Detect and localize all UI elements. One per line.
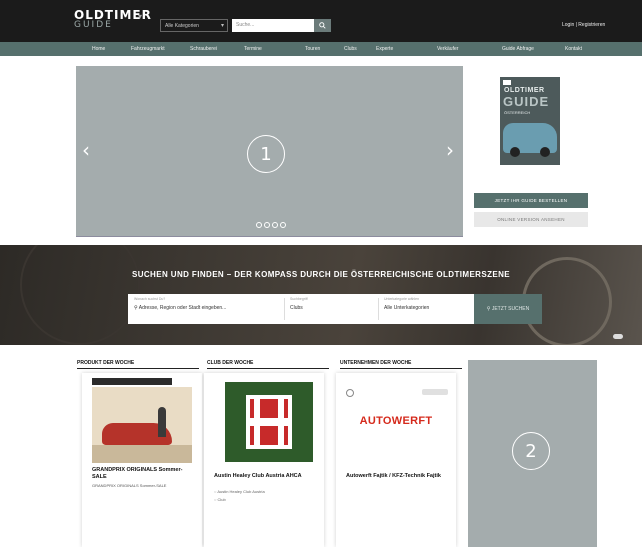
slider-dot[interactable] [272,222,278,228]
category-label: Unterkategorie wählen [384,297,420,301]
ad-placeholder[interactable]: 2 [468,360,597,547]
wheel [540,147,550,157]
product-tag [92,378,172,385]
search-button[interactable] [314,19,331,32]
magazine-badge [503,80,511,85]
category-select-value: Alle Kategorien [165,23,199,29]
search-panel: Wonach suchst Du? ⚲ Adresse, Region oder… [128,294,474,324]
club-shield-icon [246,395,292,449]
nav-item-touren[interactable]: Touren [305,46,320,52]
band-title: SUCHEN UND FINDEN – DER KOMPASS DURCH DI… [131,270,511,279]
wheel [510,147,520,157]
company-title[interactable]: Autowerft Fajtik / KFZ-Technik Fajtik [346,473,450,480]
magazine-car-image [503,123,557,157]
category-field[interactable]: Unterkategorie wählen Alle Unterkategori… [384,297,470,311]
slider-dot[interactable] [264,222,270,228]
magazine-sub: ÖSTERREICH [504,110,531,115]
nav-item-fahrzeugmarkt[interactable]: Fahrzeugmarkt [131,46,165,52]
company-logo: AUTOWERFT [359,415,433,427]
image-placeholder-marker: 1 [247,135,285,173]
main-nav: Home Fahrzeugmarkt Schrauberei Termine T… [0,42,642,56]
chevron-down-icon: ▾ [220,23,224,29]
shield-inner [250,399,288,445]
nav-item-kontakt[interactable]: Kontakt [565,46,582,52]
product-title[interactable]: GRANDPRIX ORIGINALS Sommer-SALE [92,467,196,481]
band-search-label: JETZT SUCHEN [491,306,530,312]
magazine-title: OLDTIMER [504,87,545,94]
location-placeholder: Adresse, Region oder Stadt eingeben... [138,305,227,311]
nav-item-home[interactable]: Home [92,46,105,52]
search-icon [319,22,326,29]
logo-line2: GUIDE [74,20,113,30]
chevron-down-icon[interactable]: ▾ [138,12,142,21]
image-placeholder-marker: 2 [512,432,550,470]
field-divider [284,298,285,320]
hero-slider[interactable]: ‹ › 1 [76,66,463,236]
nav-item-guide-abfrage[interactable]: Guide Abfrage [502,46,534,52]
chevron-left-icon[interactable]: ‹ [82,138,90,162]
nav-item-experte[interactable]: Experte [376,46,393,52]
slider-dots [256,222,286,228]
club-info-item: Club [214,497,226,502]
page: OLDTIMER GUIDE ▾ Alle Kategorien ▾ Suche… [0,0,642,547]
slider-dot[interactable] [280,222,286,228]
location-label: Wonach suchst Du? [134,297,166,301]
company-badge [422,389,448,395]
search-input[interactable]: Suche... [232,19,314,32]
club-card[interactable]: Austin Healey Club Austria AHCA Austin H… [204,373,324,547]
nav-item-termine[interactable]: Termine [244,46,262,52]
nav-item-schrauberei[interactable]: Schrauberei [190,46,217,52]
magazine-cover[interactable]: OLDTIMER GUIDE ÖSTERREICH [500,77,560,165]
product-card[interactable]: GRANDPRIX ORIGINALS Sommer-SALE GRANDPRI… [82,373,202,547]
category-select[interactable]: Alle Kategorien ▾ [160,19,228,32]
online-version-button[interactable]: ONLINE VERSION ANSEHEN [474,212,588,227]
club-logo [225,382,313,462]
product-description: GRANDPRIX ORIGINALS Sommer-SALE [92,483,167,488]
club-of-week-heading: CLUB DER WOCHE [207,360,329,369]
company-of-week-heading: UNTERNEHMEN DER WOCHE [340,360,462,369]
type-field[interactable]: Suchbegriff Clubs [290,297,370,311]
band-search-button[interactable]: ⚲ JETZT SUCHEN [474,294,542,324]
nav-item-verkaeufer[interactable]: Verkäufer [437,46,458,52]
shield-bar [250,418,288,426]
location-field[interactable]: Wonach suchst Du? ⚲ Adresse, Region oder… [134,297,274,311]
type-select-value[interactable]: Clubs [290,305,370,311]
field-divider [378,298,379,320]
globe-icon [346,389,354,397]
type-label: Suchbegriff [290,297,308,301]
band-decoration [20,245,140,345]
top-header: OLDTIMER GUIDE ▾ Alle Kategorien ▾ Suche… [0,0,642,42]
image-person [158,407,166,437]
order-guide-button[interactable]: JETZT IHR GUIDE BESTELLEN [474,193,588,208]
chevron-right-icon[interactable]: › [446,138,454,162]
toggle-switch[interactable] [613,334,623,339]
magazine-guide: GUIDE [503,94,550,109]
image-road [92,445,192,463]
company-card[interactable]: AUTOWERFT Autowerft Fajtik / KFZ-Technik… [336,373,456,547]
product-image [92,387,192,463]
slider-dot[interactable] [256,222,262,228]
product-of-week-heading: PRODUKT DER WOCHE [77,360,199,369]
login-link[interactable]: Login | Registrieren [562,22,605,28]
club-title[interactable]: Austin Healey Club Austria AHCA [214,473,318,480]
nav-item-clubs[interactable]: Clubs [344,46,357,52]
category-select-value[interactable]: Alle Unterkategorien [384,305,470,311]
club-info-item: Austin Healey Club Austria [214,489,264,494]
search-placeholder: Suche... [236,22,255,28]
location-input[interactable]: ⚲ Adresse, Region oder Stadt eingeben... [134,305,274,311]
hero-divider [76,236,463,237]
